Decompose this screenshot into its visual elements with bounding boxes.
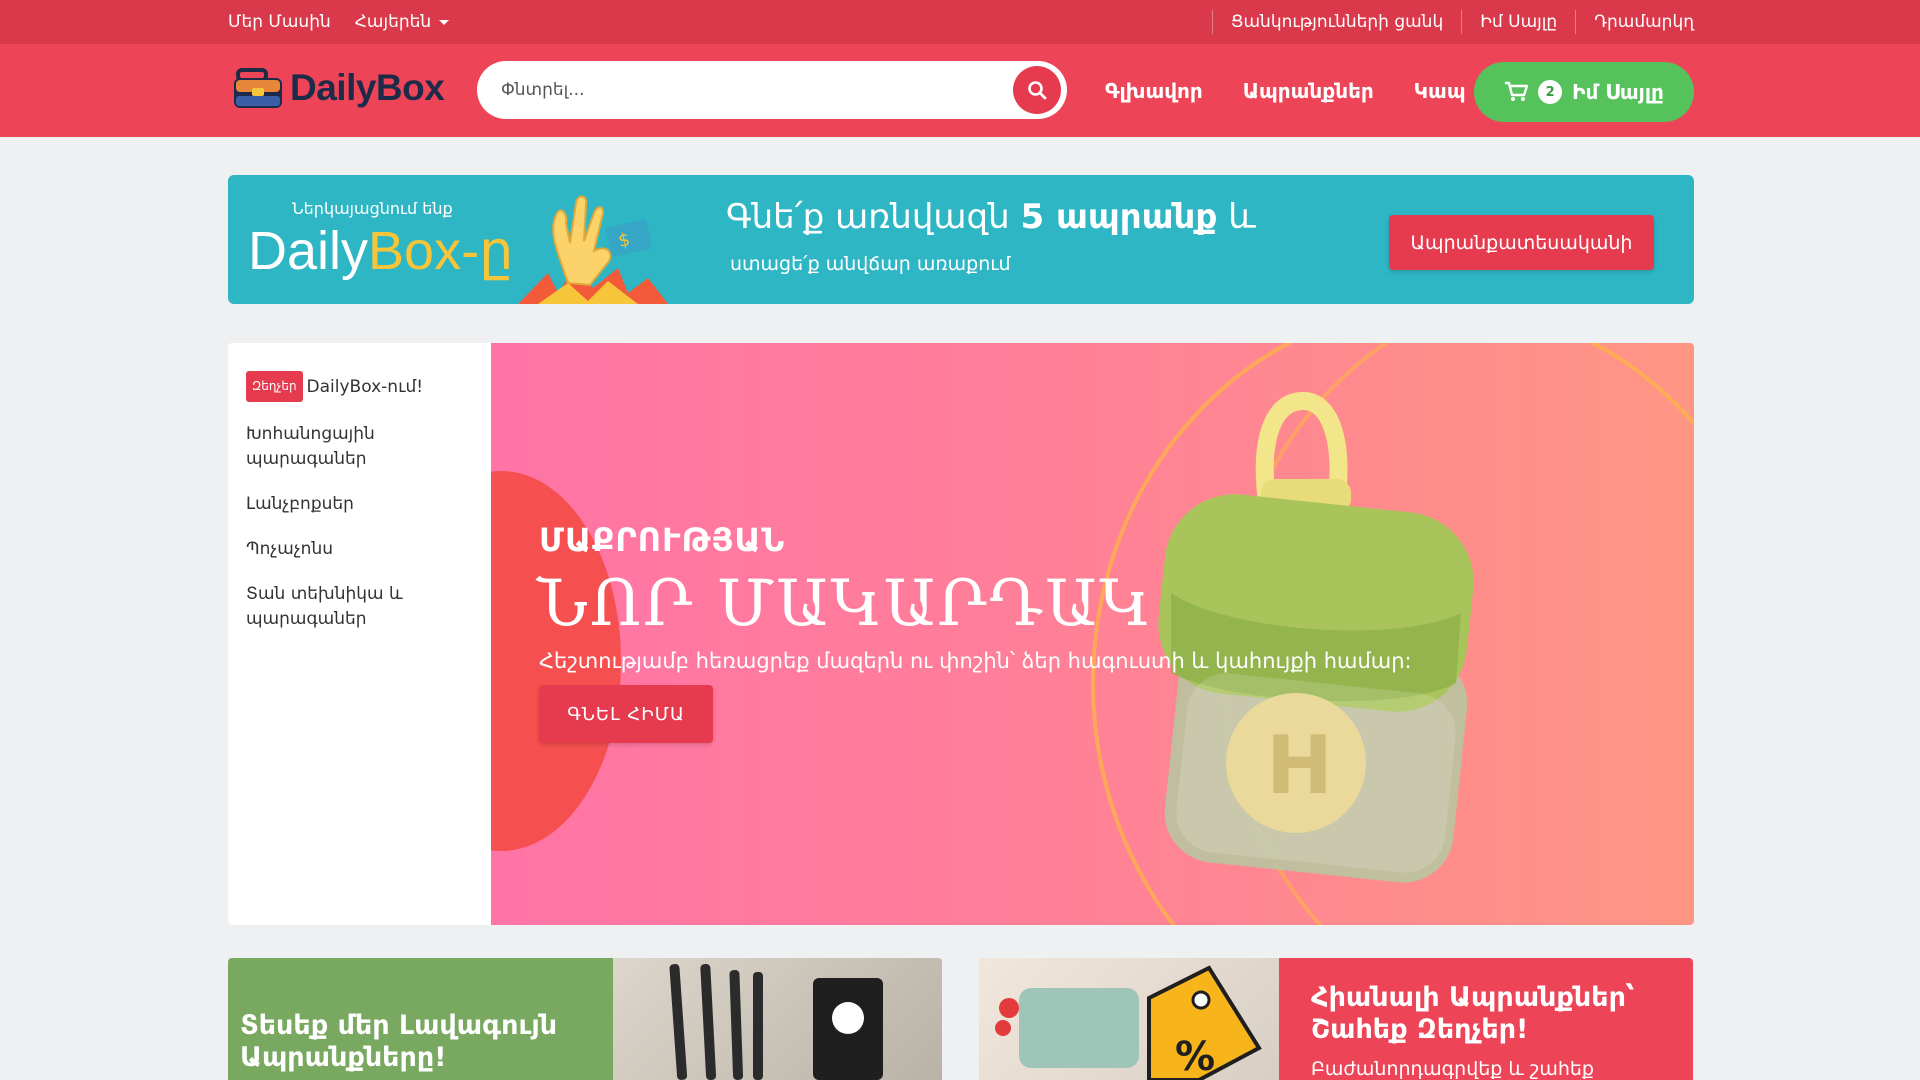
discounts-card[interactable]: % Հիանալի Ապրանքներ՝ Շահեք Զեղչեր! Բաժան…: [979, 958, 1693, 1080]
nav-products[interactable]: Ապրանքներ: [1243, 79, 1374, 103]
main-header: DailyBox Գլխավոր Ապրանքներ Կապ 2 Իմ Սայլ…: [0, 44, 1920, 137]
checkout-link[interactable]: Դրամարկղ: [1575, 10, 1694, 34]
sidebar-item-lunchboxes[interactable]: Լանչբոքսեր: [246, 492, 473, 517]
chevron-down-icon: [439, 19, 450, 25]
category-sidebar: Զեղչեր DailyBox-ում! Խոհանոցային պարագանե…: [228, 343, 491, 925]
logo-text: DailyBox: [290, 67, 445, 108]
about-link[interactable]: Մեր Մասին: [228, 12, 331, 32]
sidebar-item-sale[interactable]: Զեղչեր DailyBox-ում!: [246, 371, 473, 402]
promo-subline: ստացե՛ք անվճար առաքում: [730, 253, 1011, 275]
cart-button[interactable]: 2 Իմ Սայլը: [1474, 62, 1694, 122]
promo-headline: Գնե՛ք առնվազն 5 ապրանք և: [726, 197, 1256, 237]
promo-headline-post: և: [1228, 197, 1256, 237]
search-icon: [1028, 81, 1047, 100]
main-nav: Գլխավոր Ապրանքներ Կապ: [1105, 44, 1466, 137]
my-cart-link[interactable]: Իմ Սայլը: [1461, 10, 1575, 34]
promo-brand: DailyBox-ը: [248, 219, 513, 282]
best-products-card[interactable]: Տեսեք մեր Լավագույն Ապրանքները!: [228, 958, 942, 1080]
nav-home[interactable]: Գլխավոր: [1105, 79, 1203, 103]
best-products-title: Տեսեք մեր Լավագույն Ապրանքները!: [240, 1010, 558, 1073]
promo-banner[interactable]: Ներկայացնում ենք DailyBox-ը $ Գնե՛ք առնվ…: [228, 175, 1694, 304]
promo-brand-accent: Box-ը: [368, 221, 514, 281]
logo[interactable]: DailyBox: [232, 66, 445, 110]
nav-contact[interactable]: Կապ: [1414, 79, 1466, 103]
wishlist-link[interactable]: Ցանկությունների ցանկ: [1211, 10, 1461, 34]
hand-ok-illustration: $: [518, 195, 668, 304]
discounts-subtitle: Բաժանորդագրվեք և շահեք: [1311, 1058, 1595, 1080]
top-bar: Մեր Մասին Հայերեն Ցանկությունների ցանկ Ի…: [0, 0, 1920, 44]
svg-text:%: %: [1175, 1034, 1215, 1080]
search-input[interactable]: [501, 73, 961, 107]
catalog-button[interactable]: Ապրանքատեսականի: [1389, 215, 1654, 270]
toolbox-logo-icon: [234, 68, 282, 108]
promo-headline-bold: 5 ապրանք: [1020, 197, 1218, 237]
hero-eyebrow: ՄԱՔՐՈՒԹՅԱՆ: [539, 521, 786, 559]
sidebar-item-pochacco[interactable]: Պոչաչոնս: [246, 537, 473, 562]
discounts-title: Հիանալի Ապրանքներ՝ Շահեք Զեղչեր!: [1311, 982, 1635, 1045]
cart-count-badge: 2: [1538, 80, 1563, 104]
sale-badge: Զեղչեր: [246, 371, 303, 402]
sidebar-item-label: DailyBox-ում!: [306, 377, 424, 397]
cart-icon: [1505, 81, 1529, 101]
discount-tag-image: %: [979, 958, 1279, 1080]
cart-label: Իմ Սայլը: [1572, 80, 1664, 104]
search-bar: [477, 61, 1067, 119]
search-button[interactable]: [1013, 66, 1061, 114]
promo-headline-pre: Գնե՛ք առնվազն: [726, 197, 1010, 237]
promo-intro: Ներկայացնում ենք: [292, 199, 453, 218]
hero-description: Հեշտությամբ հեռացրեք մազերն ու փոշին՝ ձե…: [539, 649, 1412, 673]
hero-title: ՆՈՐ ՄԱԿԱՐԴԱԿ: [537, 567, 1153, 641]
sidebar-item-home-appliances[interactable]: Տան տեխնիկա և պարագաներ: [246, 582, 473, 632]
sidebar-item-kitchen[interactable]: Խոհանոցային պարագաներ: [246, 422, 473, 472]
lint-remover-product-image: H: [1158, 392, 1474, 883]
hero-slider: H ՄԱՔՐՈՒԹՅԱՆ ՆՈՐ ՄԱԿԱՐԴԱԿ Հեշտությամբ հե…: [491, 343, 1694, 925]
language-label: Հայերեն: [354, 12, 432, 32]
chopsticks-set-image: [613, 958, 942, 1080]
language-selector[interactable]: Հայերեն: [354, 12, 450, 32]
promo-brand-main: Daily: [248, 221, 369, 281]
buy-now-button[interactable]: ԳՆԵԼ ՀԻՄԱ: [539, 685, 713, 743]
